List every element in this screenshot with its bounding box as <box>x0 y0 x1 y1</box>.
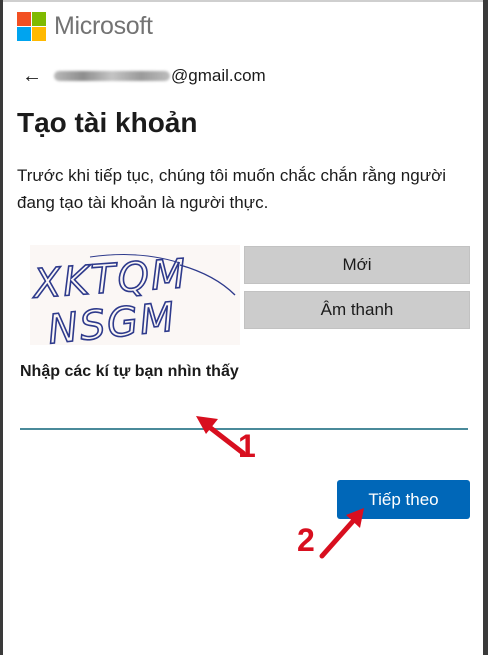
audio-captcha-button[interactable]: Âm thanh <box>244 291 470 329</box>
next-button[interactable]: Tiếp theo <box>337 480 470 519</box>
page-description: Trước khi tiếp tục, chúng tôi muốn chắc … <box>17 166 447 212</box>
new-captcha-button[interactable]: Mới <box>244 246 470 284</box>
annotation-arrow-2 <box>319 517 357 559</box>
frame-top-border <box>0 0 488 2</box>
captcha-image: XKTQM NSGM <box>30 245 240 345</box>
brand-name: Microsoft <box>54 12 153 40</box>
account-row: ← @gmail.com <box>22 66 266 86</box>
email-redacted <box>54 71 170 81</box>
page-title: Tạo tài khoản <box>17 107 198 138</box>
annotation-step-1: 1 <box>238 428 256 464</box>
captcha-input[interactable] <box>20 400 468 430</box>
microsoft-logo: Microsoft <box>17 12 153 41</box>
frame-right-border <box>483 0 488 655</box>
annotation-step-2: 2 <box>297 522 315 558</box>
microsoft-logo-icon <box>17 12 46 41</box>
frame-left-border <box>0 0 3 655</box>
email-suffix: @gmail.com <box>171 66 266 85</box>
back-arrow-icon[interactable]: ← <box>22 66 42 86</box>
captcha-input-label: Nhập các kí tự bạn nhìn thấy <box>20 363 239 380</box>
